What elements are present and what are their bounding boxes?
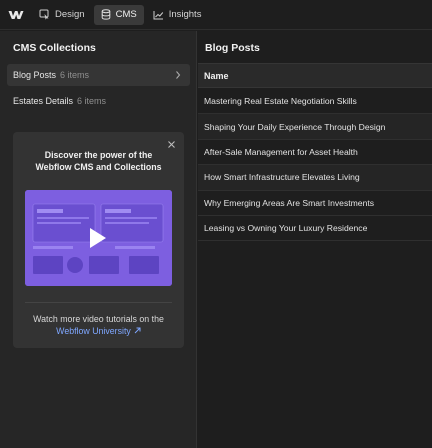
link-label: Webflow University	[56, 326, 131, 336]
table-row[interactable]: Mastering Real Estate Negotiation Skills	[198, 89, 432, 115]
collection-name: Blog Posts	[13, 70, 57, 80]
webflow-university-link[interactable]: Webflow University	[56, 325, 141, 337]
blog-posts-panel: Blog Posts Name Mastering Real Estate Ne…	[198, 31, 432, 448]
collection-count: 6 items	[77, 96, 107, 106]
promo-heading-line1: Discover the power of the	[44, 150, 153, 160]
items-table: Mastering Real Estate Negotiation Skills…	[198, 89, 432, 242]
table-row[interactable]: Leasing vs Owning Your Luxury Residence	[198, 216, 432, 242]
collection-name: Estates Details	[13, 96, 74, 106]
table-row[interactable]: How Smart Infrastructure Elevates Living	[198, 165, 432, 191]
promo-footer-text: Watch more video tutorials on the	[33, 314, 164, 324]
video-thumbnail[interactable]	[25, 190, 172, 286]
tab-design[interactable]: Design	[32, 5, 92, 25]
promo-footer: Watch more video tutorials on the Webflo…	[21, 313, 176, 337]
tab-cms[interactable]: CMS	[93, 4, 144, 25]
chart-icon	[153, 10, 164, 20]
promo-card: Discover the power of the Webflow CMS an…	[13, 132, 184, 348]
tab-insights[interactable]: Insights	[146, 5, 209, 25]
tab-design-label: Design	[55, 9, 85, 20]
collection-count: 6 items	[60, 70, 90, 80]
panel-title: CMS Collections	[13, 42, 96, 54]
promo-heading-line2: Webflow CMS and Collections	[35, 162, 162, 172]
chevron-right-icon	[174, 69, 182, 83]
cursor-icon	[39, 9, 50, 20]
webflow-logo-icon[interactable]	[0, 0, 32, 30]
collection-item-estates-details[interactable]: Estates Details 6 items	[7, 90, 190, 112]
table-row[interactable]: Why Emerging Areas Are Smart Investments	[198, 191, 432, 216]
column-header-name[interactable]: Name	[198, 64, 432, 88]
promo-heading: Discover the power of the Webflow CMS an…	[23, 149, 174, 173]
table-row[interactable]: Shaping Your Daily Experience Through De…	[198, 114, 432, 140]
cms-collections-panel: CMS Collections Blog Posts 6 items Estat…	[0, 31, 197, 448]
external-link-icon	[134, 325, 141, 337]
table-row[interactable]: After-Sale Management for Asset Health	[198, 140, 432, 166]
database-icon	[101, 9, 111, 20]
collection-item-blog-posts[interactable]: Blog Posts 6 items	[7, 64, 190, 86]
divider	[25, 302, 172, 303]
tab-insights-label: Insights	[168, 9, 202, 20]
panel-title: Blog Posts	[205, 42, 260, 54]
play-icon[interactable]	[88, 226, 108, 252]
tab-cms-label: CMS	[115, 9, 137, 20]
top-bar: Design CMS Insights	[0, 0, 432, 30]
